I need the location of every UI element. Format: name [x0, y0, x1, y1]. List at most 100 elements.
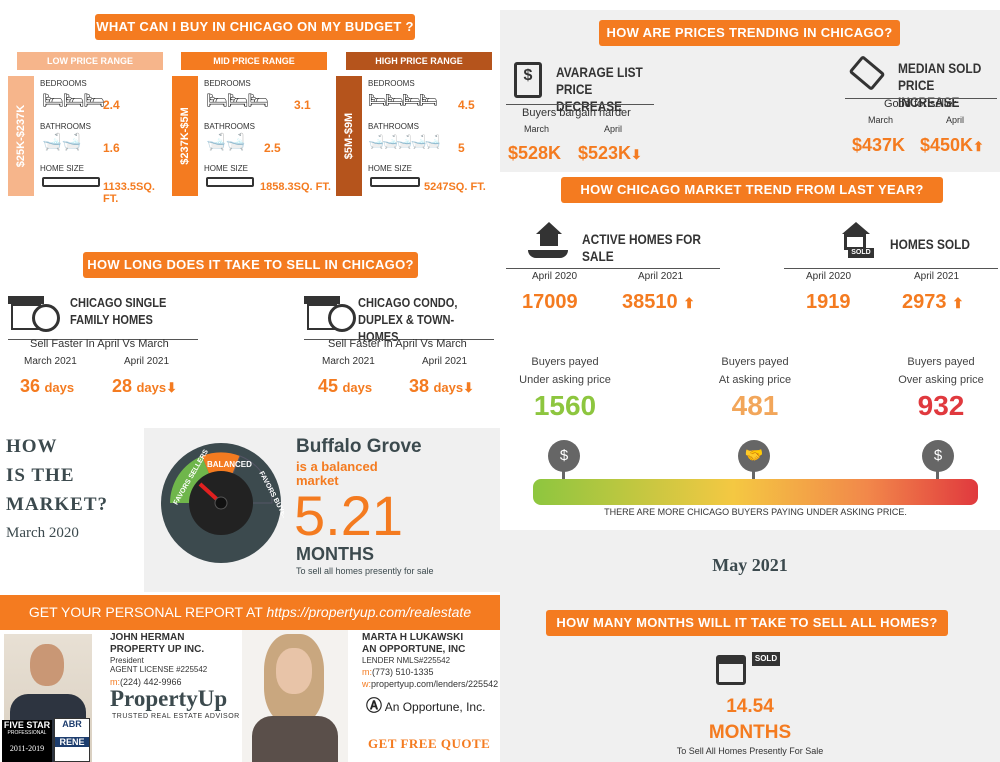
house-hand-icon [528, 222, 568, 262]
arrow-up-icon: ⬆ [683, 295, 695, 311]
arrow-down-icon: ⬇ [631, 147, 642, 162]
months-sold-tag: SOLD [752, 652, 780, 666]
market-note: To sell all homes presently for sale [296, 566, 434, 576]
buyers-under: Buyers payed Under asking price 1560 [500, 356, 630, 422]
calendar-icon [716, 655, 746, 685]
sell-item-sub: Sell Faster In April Vs March [30, 338, 169, 350]
sold-tag: SOLD [848, 248, 874, 258]
bathrooms-value: 1.6 [103, 141, 120, 155]
active-m1: April 2020 [532, 271, 578, 282]
bathrooms-label: BATHROOMS [368, 122, 419, 131]
bath-icons: 🛁🛁 [42, 134, 82, 151]
list-price-icon: $ [514, 62, 542, 98]
active-title: ACTIVE HOMES FOR SALE [582, 231, 702, 264]
bathrooms-label: BATHROOMS [40, 122, 91, 131]
agent1-license: AGENT LICENSE #225542 [110, 665, 208, 674]
sold-v1: $437K [852, 135, 906, 155]
market-value: 5.21 [294, 484, 403, 547]
months-note: To Sell All Homes Presently For Sale [676, 746, 824, 756]
list-v2: $523K⬇ [578, 143, 642, 163]
bathrooms-value: 5 [458, 141, 465, 155]
arrow-up-icon: ⬆ [952, 295, 964, 311]
hand-money-icon-2: $ [922, 440, 954, 472]
yoy-title: HOW CHICAGO MARKET TREND FROM LAST YEAR? [561, 177, 943, 203]
buyers-gradient-bar [533, 479, 978, 505]
month2-label: April 2021 [124, 356, 170, 367]
handshake-icon: 🤝 [738, 440, 770, 472]
home-size-label: HOME SIZE [368, 164, 413, 173]
propertyup-logo: PropertyUp [110, 686, 228, 711]
buyers-under-value: 1560 [533, 390, 597, 421]
agent1-name: JOHN HERMAN [110, 632, 185, 643]
days-value-1: 36 days [20, 376, 75, 396]
agent2-phone[interactable]: m:(773) 510-1335 [362, 667, 434, 677]
agent1-company: PROPERTY UP INC. [110, 644, 205, 655]
bedrooms-label: BEDROOMS [204, 79, 251, 88]
buyers-at-value: 481 [731, 390, 779, 421]
sold-m2: April [946, 115, 965, 125]
list-m1: March [524, 124, 550, 134]
report-url[interactable]: https://propertyup.com/realestate [266, 604, 471, 620]
ruler-icons [206, 177, 254, 187]
market-place: Buffalo Grove [296, 436, 422, 457]
sell-item-sub: Sell Faster In April Vs March [328, 338, 467, 350]
months-date: May 2021 [712, 555, 788, 575]
sell-item-single-family: CHICAGO SINGLE FAMILY HOMES Sell Faster … [8, 292, 208, 402]
homes-sold-m2: April 2021 [914, 271, 960, 282]
bedrooms-value: 4.5 [458, 98, 475, 112]
list-v1: $528K [508, 143, 562, 163]
agent2-web[interactable]: w:propertyup.com/lenders/225542 [362, 679, 498, 689]
range-side-label: $237K-$5M [179, 107, 191, 165]
report-bar[interactable]: GET YOUR PERSONAL REPORT AT https://prop… [0, 595, 500, 630]
market-date: March 2020 [6, 525, 79, 541]
months-unit: MONTHS [708, 722, 792, 743]
sell-item-condo: CHICAGO CONDO, DUPLEX & TOWN-HOMES Sell … [296, 292, 496, 402]
sell-item-title: CHICAGO SINGLE FAMILY HOMES [70, 295, 167, 327]
agent2-company: AN OPPORTUNE, INC [362, 644, 466, 655]
agent2-name: MARTA H LUKAWSKI [362, 632, 464, 643]
range-side-label: $5M-$9M [343, 112, 355, 160]
agent2-photo [242, 630, 348, 762]
active-v2: 38510 ⬆ [622, 291, 695, 313]
bedrooms-label: BEDROOMS [40, 79, 87, 88]
badge-five-star: FIVE STAR PROFESSIONAL 2011-2019 [2, 720, 52, 762]
badge-abr: ABR RENE [54, 718, 90, 762]
market-panel: BALANCED FAVORS SELLERS FAVORS BUYERS Bu… [144, 428, 500, 592]
sold-m1: March [868, 115, 894, 125]
sell-title: HOW LONG DOES IT TAKE TO SELL IN CHICAGO… [83, 252, 418, 278]
agent1-card: FIVE STAR PROFESSIONAL 2011-2019 ABR REN… [0, 630, 240, 762]
bed-icons: 🛏🛏🛏 [42, 91, 105, 110]
bedrooms-value: 2.4 [103, 98, 120, 112]
homes-sold-v2: 2973 ⬆ [902, 291, 964, 313]
range-header-mid: MID PRICE RANGE [181, 52, 327, 70]
sold-house-icon: SOLD [834, 222, 876, 262]
homes-sold-v1: 1919 [806, 291, 851, 313]
arrow-down-icon: ⬇ [463, 380, 475, 395]
report-label: GET YOUR PERSONAL REPORT AT [28, 604, 263, 620]
ruler-icons [42, 177, 100, 187]
agent2-license: LENDER NMLS#225542 [362, 656, 451, 665]
month1-label: March 2021 [24, 356, 77, 367]
bathrooms-label: BATHROOMS [204, 122, 255, 131]
store-clock-icon [8, 296, 60, 332]
store-clock-icon [304, 296, 356, 332]
days-value-2: 38 days⬇ [409, 376, 475, 396]
sold-price-sub: Good for seller [884, 98, 957, 110]
gauge-icon: BALANCED FAVORS SELLERS FAVORS BUYERS [161, 443, 284, 563]
range-block-high: $5M-$9M BEDROOMS 🛏🛏🛏🛏 4.5 BATHROOMS 🛁🛁🛁🛁… [336, 76, 500, 196]
buyers-note: THERE ARE MORE CHICAGO BUYERS PAYING UND… [604, 507, 907, 517]
free-quote-button[interactable]: GET FREE QUOTE [368, 736, 490, 752]
sold-v2: $450K⬆ [920, 135, 984, 155]
home-size-label: HOME SIZE [204, 164, 249, 173]
buyers-over: Buyers payed Over asking price 932 [876, 356, 1000, 422]
range-side-label: $25K-$237K [15, 104, 27, 168]
buyers-at: Buyers payed At asking price 481 [690, 356, 820, 422]
bath-icons: 🛁🛁 [206, 134, 246, 151]
bed-icons: 🛏🛏🛏🛏 [368, 92, 438, 109]
trend-title: HOW ARE PRICES TRENDING IN CHICAGO? [599, 20, 900, 46]
home-size-value: 1858.3SQ. FT. [260, 181, 331, 193]
ruler-icons [370, 177, 420, 187]
arrow-up-icon: ⬆ [973, 139, 984, 154]
market-heading: HOW IS THE MARKET? [6, 436, 108, 515]
range-block-low: $25K-$237K BEDROOMS 🛏🛏🛏 2.4 BATHROOMS 🛁🛁… [8, 76, 168, 205]
